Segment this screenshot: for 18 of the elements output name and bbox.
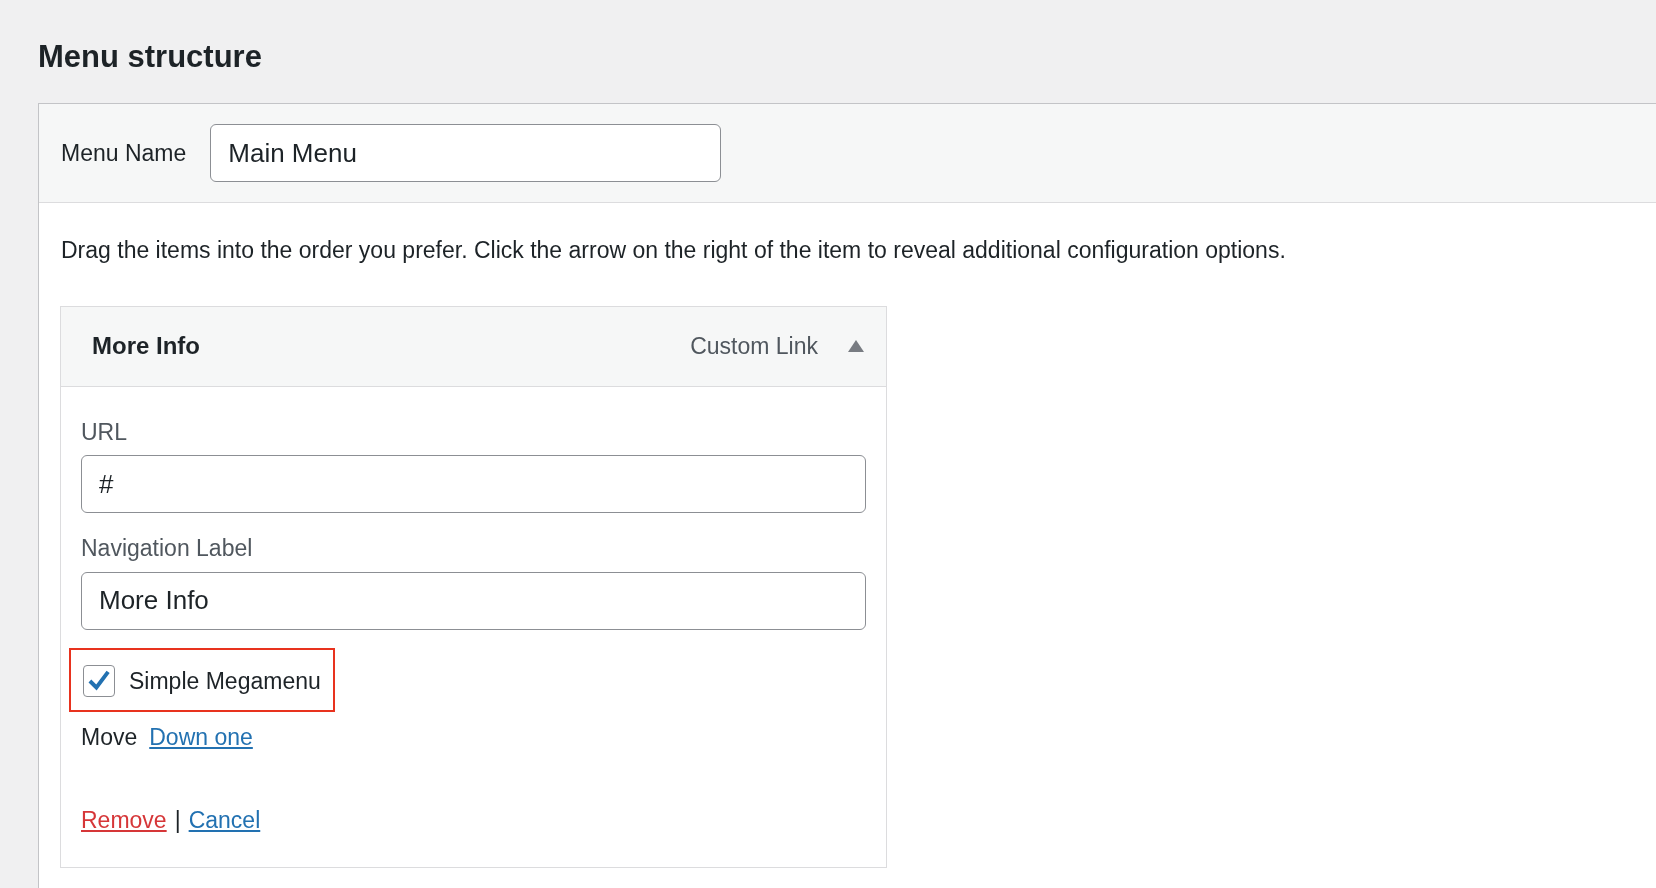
text-field[interactable]: # — [81, 455, 866, 514]
field-label: Navigation Label — [81, 534, 254, 564]
remove-link[interactable]: Remove — [81, 802, 167, 838]
checkbox[interactable] — [83, 664, 115, 697]
instructions-text: Drag the items into the order you prefer. Click the arrow on the right of the item to reveal additional configuration options. — [60, 236, 1287, 266]
page-heading: Menu structure — [38, 38, 263, 76]
text-field[interactable]: More Info — [81, 571, 866, 630]
item-title: More Info — [92, 331, 201, 362]
item-type-label: Custom Link — [690, 331, 818, 361]
cancel-link[interactable]: Cancel — [188, 802, 261, 838]
menu-name-label: Menu Name — [61, 138, 187, 168]
move-down-link[interactable]: Down one — [149, 720, 253, 755]
menu-name-field[interactable]: Main Menu — [210, 124, 722, 183]
separator-text: | — [174, 805, 181, 835]
move-label: Move — [81, 723, 138, 753]
field-label: URL — [81, 417, 128, 447]
checkbox-label: Simple Megamenu — [129, 666, 321, 696]
collapse-arrow-icon[interactable] — [848, 340, 864, 353]
